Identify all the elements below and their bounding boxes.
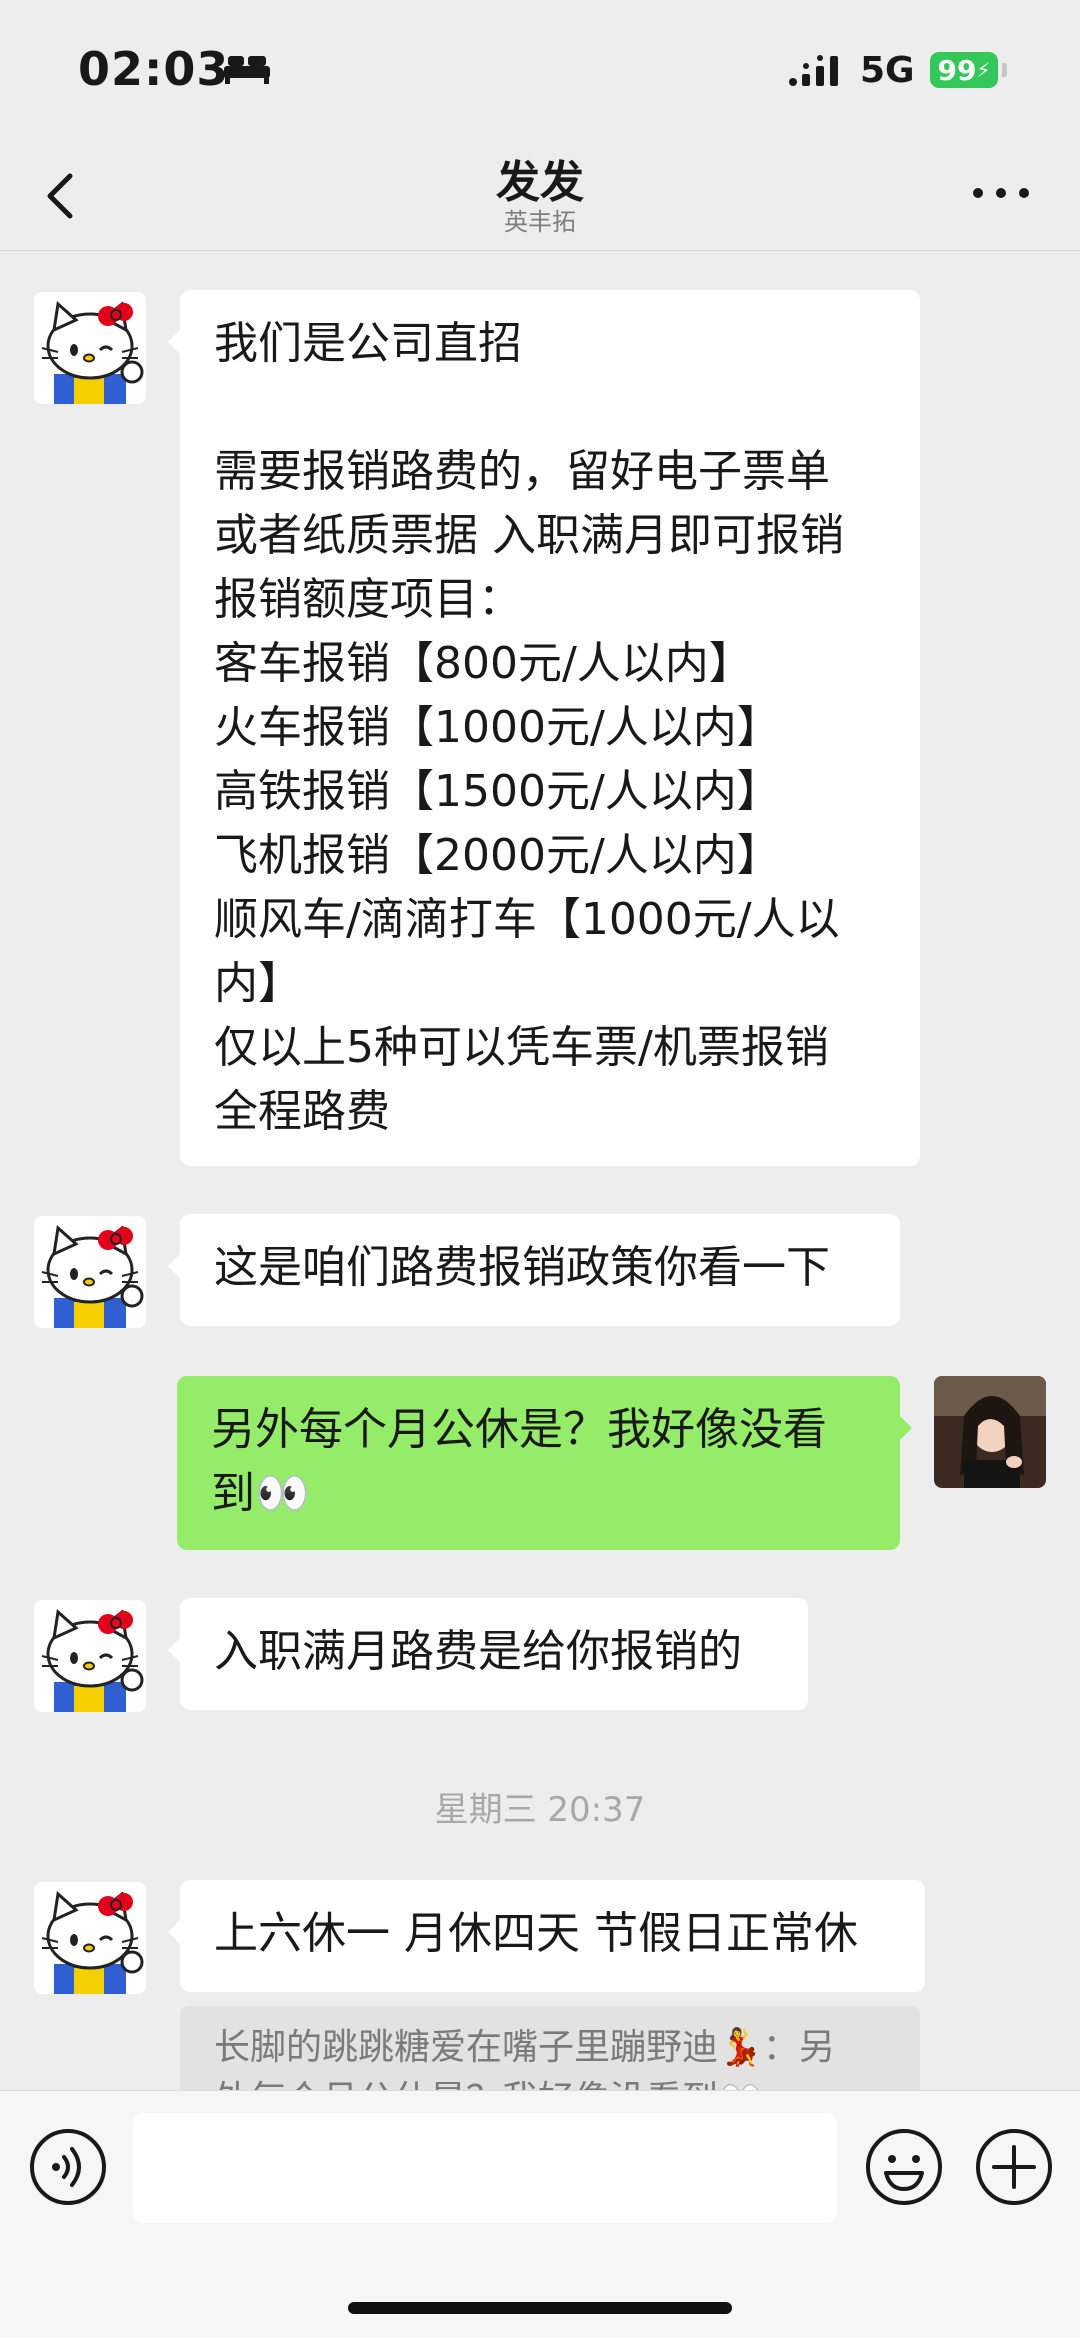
more-dots-icon[interactable] — [970, 178, 1032, 208]
message-line: 或者纸质票据 入职满月即可报销 — [214, 510, 844, 561]
message-bubble-incoming[interactable]: 这是咱们路费报销政策你看一下 — [168, 1214, 900, 1326]
message-line: 需要报销路费的，留好电子票单 — [214, 446, 830, 497]
home-indicator[interactable] — [348, 2302, 732, 2314]
message-input-bar — [0, 2090, 1080, 2338]
message-line-blank — [214, 376, 886, 440]
message-text: 入职满月路费是给你报销的 — [214, 1626, 742, 1677]
message-line: 仅以上5种可以凭车票/机票报销 — [214, 1022, 829, 1073]
battery-level: 99 — [937, 53, 977, 87]
message-text-input[interactable] — [133, 2113, 837, 2223]
message-line: 我们是公司直招 — [214, 318, 522, 369]
contact-avatar[interactable] — [34, 1600, 146, 1712]
cellular-signal-icon — [789, 55, 838, 86]
chat-title: 发发 — [496, 157, 584, 208]
message-line: 火车报销【1000元/人以内】 — [214, 702, 781, 753]
contact-avatar[interactable] — [34, 292, 146, 404]
status-time: 02:03 — [78, 42, 230, 96]
message-timestamp: 星期三 20:37 — [434, 1790, 646, 1830]
message-line: 内】 — [214, 958, 302, 1009]
message-line: 客车报销【800元/人以内】 — [214, 638, 753, 689]
message-bubble-outgoing[interactable]: 另外每个月公休是？我好像没看 到👀 — [177, 1376, 912, 1550]
message-line: 高铁报销【1500元/人以内】 — [214, 766, 781, 817]
emoji-icon[interactable] — [864, 2127, 944, 2207]
message-line: 顺风车/滴滴打车【1000元/人以 — [214, 894, 840, 945]
message-bubble-incoming[interactable]: 上六休一 月休四天 节假日正常休 — [168, 1880, 925, 1992]
sleep-bed-icon — [224, 56, 270, 84]
message-bubble-incoming[interactable]: 我们是公司直招 需要报销路费的，留好电子票单 或者纸质票据 入职满月即可报销 报… — [168, 290, 920, 1166]
message-text: 这是咱们路费报销政策你看一下 — [214, 1242, 830, 1293]
plus-icon[interactable] — [974, 2127, 1054, 2207]
message-line: 全程路费 — [214, 1086, 390, 1137]
network-type: 5G — [860, 50, 915, 91]
battery-cap — [1002, 63, 1007, 77]
quote-line: 长脚的跳跳糖爱在嘴子里蹦野迪💃：另 — [214, 2027, 835, 2068]
status-bar: 02:03 5G 99 ⚡ — [0, 0, 1080, 140]
charging-bolt-icon: ⚡ — [976, 58, 991, 82]
chat-subtitle: 英丰拓 — [504, 208, 576, 236]
contact-avatar[interactable] — [34, 1216, 146, 1328]
contact-avatar[interactable] — [34, 1882, 146, 1994]
message-bubble-incoming[interactable]: 入职满月路费是给你报销的 — [168, 1598, 808, 1710]
voice-input-icon[interactable] — [28, 2127, 108, 2207]
my-avatar[interactable] — [934, 1376, 1046, 1488]
message-line: 另外每个月公休是？我好像没看 — [211, 1404, 827, 1455]
message-line: 报销额度项目： — [214, 574, 522, 625]
message-line: 飞机报销【2000元/人以内】 — [214, 830, 781, 881]
chat-nav-bar: 发发 英丰拓 — [0, 140, 1080, 251]
message-text: 上六休一 月休四天 节假日正常休 — [214, 1908, 858, 1959]
message-line: 到👀 — [211, 1468, 310, 1519]
battery-indicator: 99 ⚡ — [930, 52, 998, 88]
